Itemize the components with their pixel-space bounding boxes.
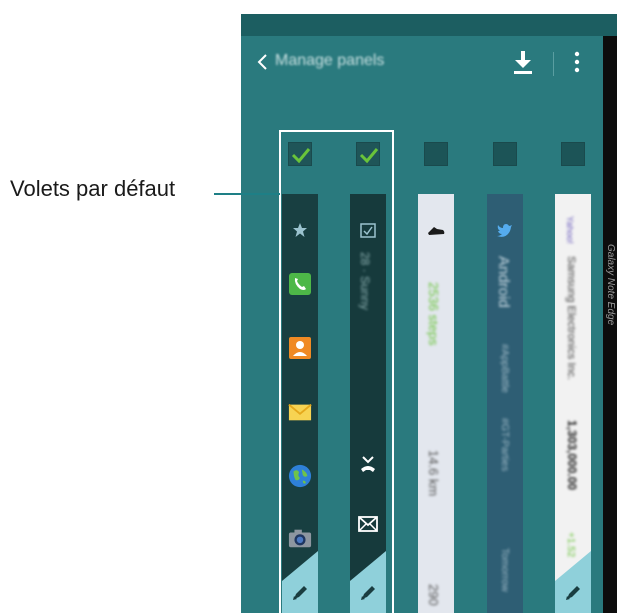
page-title: Manage panels (275, 52, 385, 69)
panel-checkbox-twitter[interactable] (493, 142, 517, 166)
callout-label: Volets par défaut (10, 176, 176, 201)
status-bar (241, 14, 617, 36)
more-options-icon[interactable] (572, 48, 582, 76)
panel-twitter[interactable]: Android #AppBattle #GT-Parties Tomorrow (487, 194, 523, 613)
health-distance-text: 14.6 km (426, 450, 441, 497)
download-icon[interactable] (511, 48, 535, 76)
edit-pencil-icon[interactable] (563, 583, 583, 603)
edge-screen-label: Galaxy Note Edge (605, 244, 616, 326)
twitter-icon (493, 218, 517, 242)
edit-corner (555, 551, 591, 613)
health-calories-text: 290 (426, 584, 441, 606)
twitter-sub-text-3: Tomorrow (499, 548, 510, 592)
twitter-sub-text-2: #GT-Parties (499, 418, 510, 472)
stocks-price-text: 1,303,000.00 (565, 420, 579, 491)
shoe-icon (424, 218, 448, 242)
panel-checkbox-health[interactable] (424, 142, 448, 166)
stocks-company-text: Samsung Electronics Inc. (565, 256, 577, 381)
callout-line (214, 193, 280, 195)
action-bar: Manage panels (241, 36, 617, 88)
stocks-logo-text: Yahoo! (565, 216, 575, 244)
default-panels-highlight (279, 130, 394, 613)
action-divider (553, 52, 554, 76)
panel-stocks[interactable]: Yahoo! Samsung Electronics Inc. 1,303,00… (555, 194, 591, 613)
screenshot-stage: Manage panels 28 · Sunny 2536 steps 14.6… (0, 0, 617, 613)
twitter-sub-text-1: #AppBattle (499, 344, 510, 393)
twitter-trend-text: Android (495, 256, 512, 308)
health-steps-text: 2536 steps (426, 282, 441, 346)
panel-health[interactable]: 2536 steps 14.6 km 290 (418, 194, 454, 613)
edge-screen-text: Galaxy Note Edge (601, 244, 617, 364)
panel-checkbox-stocks[interactable] (561, 142, 585, 166)
back-icon[interactable] (253, 50, 273, 74)
